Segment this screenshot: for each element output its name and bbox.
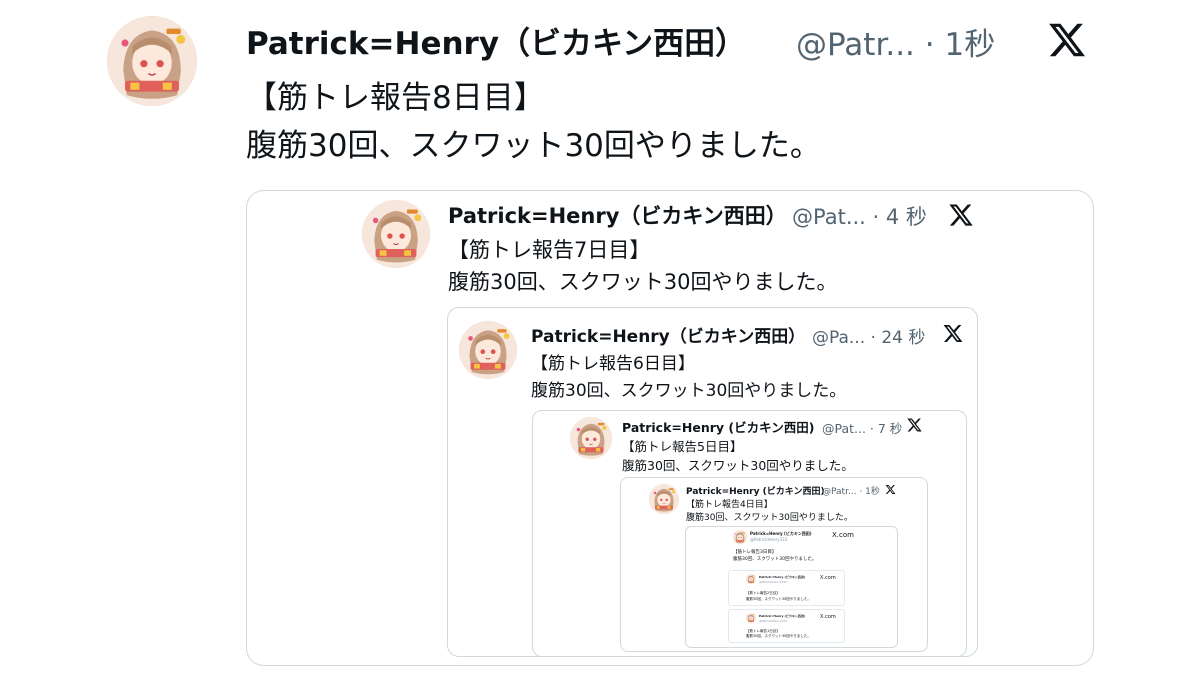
embed-text-line1: 【筋トレ報告3日目】 <box>733 550 777 555</box>
avatar[interactable] <box>459 321 517 379</box>
quoted-text-line2: 腹筋30回、スクワット30回やりました。 <box>686 513 853 523</box>
post-text-line1: 【筋トレ報告8日目】 <box>246 80 545 116</box>
author-handle-time[interactable]: @Patr... · 1秒 <box>796 19 995 64</box>
quoted-text-line2: 腹筋30回、スクワット30回やりました。 <box>622 458 854 473</box>
avatar[interactable] <box>746 613 756 623</box>
quoted-author-handle-time[interactable]: @Pat... · 4 秒 <box>792 201 927 231</box>
post-text-line2: 腹筋30回、スクワット30回やりました。 <box>246 128 821 164</box>
embed-text-line2: 腹筋30回、スクワット30回やりました。 <box>746 597 811 601</box>
quoted-text-line1: 【筋トレ報告6日目】 <box>531 354 695 374</box>
avatar[interactable] <box>746 574 756 584</box>
embed-author-handle: @PatrickHenry333 <box>750 537 788 542</box>
x-logo-icon <box>906 417 923 433</box>
avatar[interactable] <box>570 417 612 459</box>
embed-brand: X.com <box>832 531 854 539</box>
avatar[interactable] <box>649 484 679 514</box>
quoted-author-name[interactable]: Patrick=Henry (ビカキン西田) <box>622 417 814 436</box>
x-logo-icon <box>942 323 964 344</box>
quoted-author-handle-time[interactable]: @Pat... · 7 秒 <box>822 418 902 437</box>
embed-author-name: Patrick=Henry (ビカキン西田) <box>759 575 806 579</box>
avatar[interactable] <box>107 16 197 106</box>
embed-brand: X.com <box>820 575 836 581</box>
quoted-text-line2: 腹筋30回、スクワット30回やりました。 <box>448 270 838 294</box>
quoted-author-name[interactable]: Patrick=Henry（ビカキン西田） <box>448 200 787 230</box>
quoted-author-name[interactable]: Patrick=Henry (ビカキン西田) <box>686 484 825 497</box>
quoted-text-line2: 腹筋30回、スクワット30回やりました。 <box>531 381 847 401</box>
embed-text-line2: 腹筋30回、スクワット30回やりました。 <box>746 634 811 638</box>
avatar[interactable] <box>733 530 747 544</box>
author-name[interactable]: Patrick=Henry（ビカキン西田） <box>246 18 746 63</box>
embed-text-line2: 腹筋30回、スクワット30回やりました。 <box>733 557 817 562</box>
quoted-text-line1: 【筋トレ報告5日目】 <box>622 439 743 454</box>
quoted-text-line1: 【筋トレ報告4日目】 <box>686 500 773 510</box>
quoted-author-name[interactable]: Patrick=Henry（ビカキン西田） <box>531 322 805 347</box>
x-logo-icon <box>885 484 896 495</box>
embed-author-name: Patrick=Henry (ビカキン西田) <box>759 614 806 618</box>
x-logo-icon <box>1046 20 1088 60</box>
quoted-text-line1: 【筋トレ報告7日目】 <box>448 238 651 262</box>
embed-brand: X.com <box>820 614 836 620</box>
embed-author-handle: @PatrickHenry333 <box>759 580 787 584</box>
embed-text-line1: 【筋トレ報告2日目】 <box>746 591 780 595</box>
avatar[interactable] <box>362 200 430 268</box>
quoted-author-handle-time[interactable]: @Pa... · 24 秒 <box>812 323 925 348</box>
x-logo-icon <box>947 202 975 228</box>
quoted-author-handle-time[interactable]: @Patr... · 1秒 <box>822 484 880 497</box>
embed-author-handle: @PatrickHenry333 <box>759 619 787 623</box>
